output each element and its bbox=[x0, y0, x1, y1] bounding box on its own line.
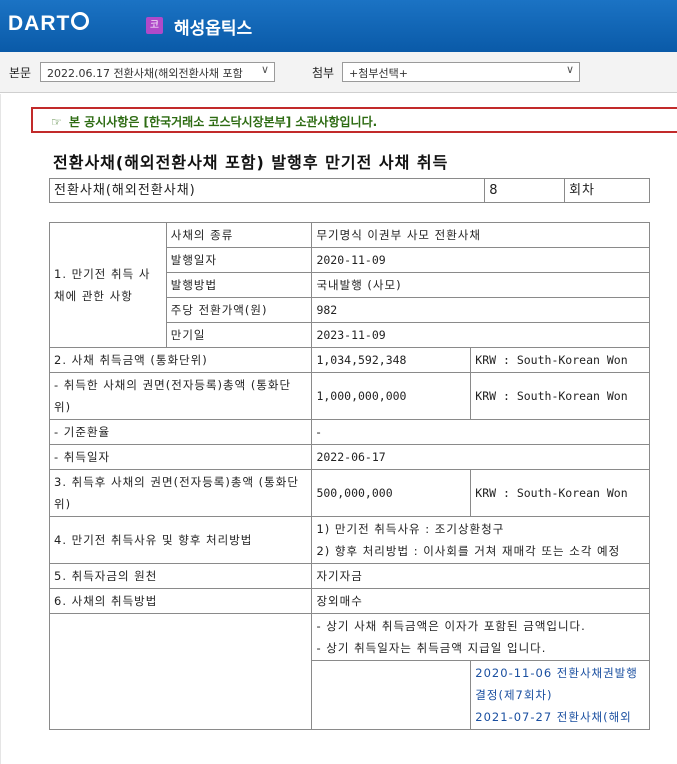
bond-type: 전환사채(해외전환사채) bbox=[48, 178, 486, 203]
attachment-select[interactable]: +첨부선택+ ∨ bbox=[342, 62, 580, 82]
section-6-label: 6. 사채의 취득방법 bbox=[48, 588, 313, 614]
face-value-label: - 취득한 사채의 권면(전자등록)총액 (통화단위) bbox=[48, 372, 313, 420]
row-label: 만기일 bbox=[165, 322, 313, 348]
logo-circle-icon bbox=[71, 12, 90, 30]
attachment-value: +첨부선택+ bbox=[349, 67, 408, 80]
company-name[interactable]: 해성옵틱스 bbox=[174, 14, 252, 39]
notice-text: 본 공시사항은 [한국거래소 코스닥시장본부] 소관사항입니다. bbox=[68, 115, 378, 129]
dart-logo[interactable]: DART bbox=[8, 6, 90, 42]
chevron-down-icon: ∨ bbox=[260, 63, 269, 76]
exchange-rate-value: - bbox=[311, 419, 650, 445]
row-value: 982 bbox=[311, 297, 650, 323]
row-label: 주당 전환가액(원) bbox=[165, 297, 313, 323]
disclosure-table: 1. 만기전 취득 사채에 관한 사항 사채의 종류 무기명식 이권부 사모 전… bbox=[48, 222, 650, 730]
related-disclosures: 2020-11-06 전환사채권발행결정(제7회차) 2021-07-27 전환… bbox=[470, 660, 650, 730]
face-value-amount: 1,000,000,000 bbox=[311, 372, 472, 420]
document-viewer[interactable]: ☞ 본 공시사항은 [한국거래소 코스닥시장본부] 소관사항입니다. 전환사채(… bbox=[0, 94, 677, 764]
row-value: 국내발행 (사모) bbox=[311, 272, 650, 298]
related-disclosure-link[interactable]: 2020-11-06 전환사채권발행결정(제7회차) bbox=[475, 662, 645, 706]
acquisition-amount: 1,034,592,348 bbox=[311, 347, 472, 373]
row-label: 사채의 종류 bbox=[165, 222, 313, 248]
currency-unit: KRW : South-Korean Won bbox=[470, 372, 650, 420]
row-value: 2020-11-09 bbox=[311, 247, 650, 273]
related-disclosure-link[interactable]: 2021-07-27 전환사채(해외 bbox=[475, 706, 645, 728]
remaining-face-value: 500,000,000 bbox=[311, 469, 472, 517]
bond-type-table: 전환사채(해외전환사채) 8 회차 bbox=[48, 178, 650, 203]
main-document-value: 2022.06.17 전환사채(해외전환사채 포함 bbox=[47, 67, 243, 80]
attachment-label: 첨부 bbox=[312, 66, 335, 80]
filter-bar: 본문 2022.06.17 전환사채(해외전환사채 포함 ∨ 첨부 +첨부선택+… bbox=[0, 52, 677, 93]
section-7-label bbox=[48, 613, 313, 730]
other-notes: - 상기 사채 취득금액은 이자가 포함된 금액입니다. - 상기 취득일자는 … bbox=[311, 613, 650, 661]
section-3-label: 3. 취득후 사채의 권면(전자등록)총액 (통화단위) bbox=[48, 469, 313, 517]
note-line: - 상기 취득일자는 취득금액 지급일 입니다. bbox=[316, 641, 547, 655]
fund-source-value: 자기자금 bbox=[311, 563, 650, 589]
note-line: - 상기 사채 취득금액은 이자가 포함된 금액입니다. bbox=[316, 619, 586, 633]
logo-text: DART bbox=[8, 12, 71, 35]
acquisition-reason: 1) 만기전 취득사유 : 조기상환청구 2) 향후 처리방법 : 이사회를 거… bbox=[311, 516, 650, 564]
disposal-line: 2) 향후 처리방법 : 이사회를 거쳐 재매각 또는 소각 예정 bbox=[316, 544, 621, 558]
acquisition-date-label: - 취득일자 bbox=[48, 444, 313, 470]
currency-unit: KRW : South-Korean Won bbox=[470, 347, 650, 373]
main-document-select[interactable]: 2022.06.17 전환사채(해외전환사채 포함 ∨ bbox=[40, 62, 275, 82]
page-title: 전환사채(해외전환사채 포함) 발행후 만기전 사채 취득 bbox=[53, 153, 449, 172]
row-value: 2023-11-09 bbox=[311, 322, 650, 348]
reason-line: 1) 만기전 취득사유 : 조기상환청구 bbox=[316, 522, 505, 536]
section-5-label: 5. 취득자금의 원천 bbox=[48, 563, 313, 589]
section-2-label: 2. 사채 취득금액 (통화단위) bbox=[48, 347, 313, 373]
exchange-rate-label: - 기준환율 bbox=[48, 419, 313, 445]
currency-unit: KRW : South-Korean Won bbox=[470, 469, 650, 517]
chevron-down-icon: ∨ bbox=[565, 63, 574, 76]
row-value: 무기명식 이권부 사모 전환사채 bbox=[311, 222, 650, 248]
section-4-label: 4. 만기전 취득사유 및 향후 처리방법 bbox=[48, 516, 313, 564]
section-1-label: 1. 만기전 취득 사채에 관한 사항 bbox=[49, 222, 167, 348]
round-number: 8 bbox=[484, 178, 566, 203]
acquisition-date-value: 2022-06-17 bbox=[311, 444, 650, 470]
main-document-label: 본문 bbox=[9, 66, 32, 80]
row-label: 발행방법 bbox=[165, 272, 313, 298]
top-header: DART 코 해성옵틱스 bbox=[0, 0, 677, 52]
pointing-hand-icon: ☞ bbox=[51, 115, 62, 129]
related-label-cell bbox=[311, 660, 472, 730]
round-label: 회차 bbox=[564, 178, 650, 203]
jurisdiction-notice: ☞ 본 공시사항은 [한국거래소 코스닥시장본부] 소관사항입니다. bbox=[31, 107, 677, 133]
corp-market-badge: 코 bbox=[146, 17, 163, 34]
acquisition-method-value: 장외매수 bbox=[311, 588, 650, 614]
row-label: 발행일자 bbox=[165, 247, 313, 273]
